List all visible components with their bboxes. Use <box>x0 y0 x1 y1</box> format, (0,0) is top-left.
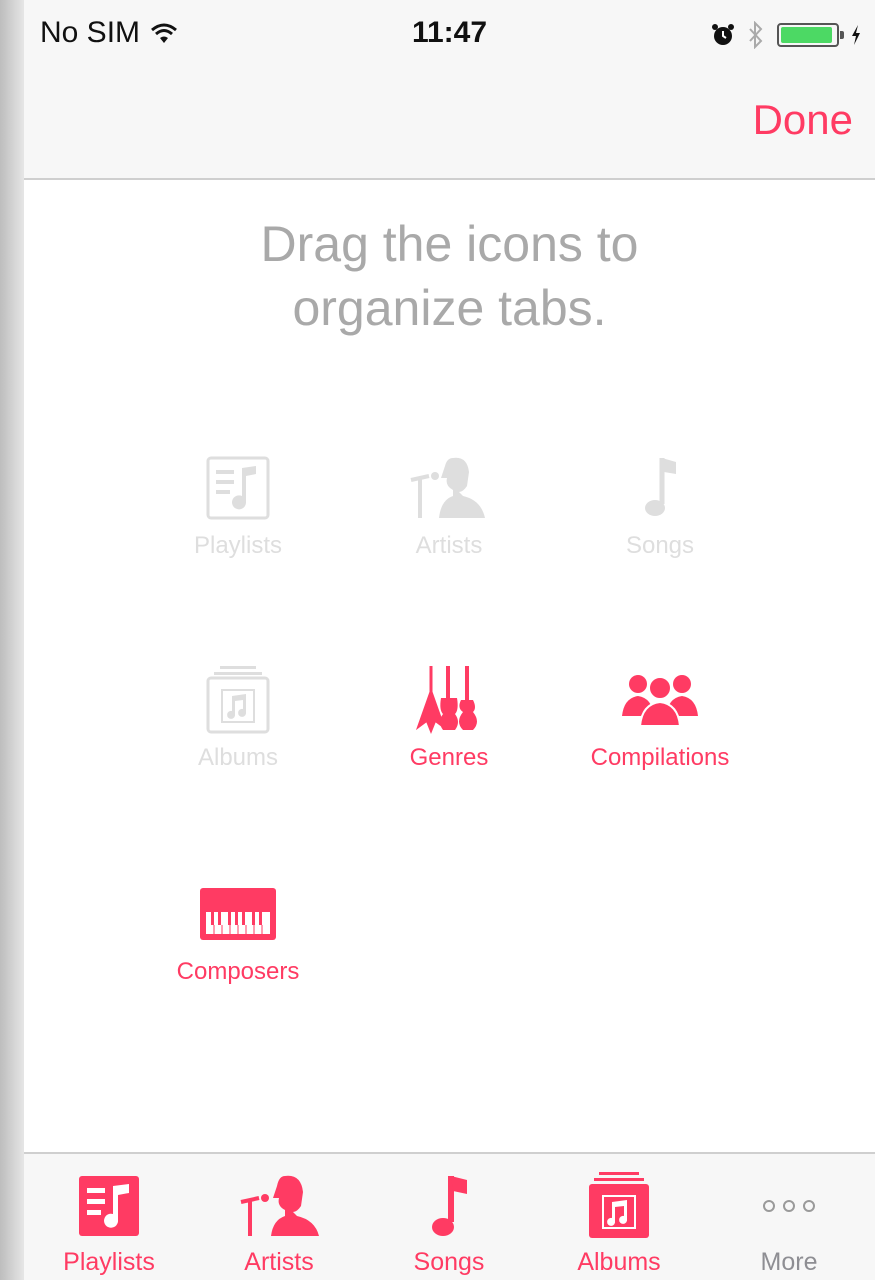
done-button[interactable]: Done <box>753 96 853 144</box>
battery-nub <box>840 31 844 39</box>
tab-label-playlists: Playlists <box>63 1248 155 1276</box>
instruction-line-2: organize tabs. <box>292 280 607 336</box>
grid-label-genres: Genres <box>409 744 489 771</box>
tab-albums[interactable]: Albums <box>534 1154 704 1280</box>
grid-label-playlists: Playlists <box>193 532 283 559</box>
grid-item-albums[interactable]: Albums <box>128 664 348 772</box>
tab-artists[interactable]: Artists <box>194 1154 364 1280</box>
playlists-icon <box>206 456 270 520</box>
tab-label-more: More <box>760 1248 818 1276</box>
more-icon <box>763 1200 815 1212</box>
artists-icon <box>240 1175 319 1236</box>
grid-label-artists: Artists <box>415 532 483 559</box>
compilations-icon <box>622 675 698 727</box>
composers-icon <box>200 888 276 940</box>
tab-more[interactable]: More <box>704 1154 874 1280</box>
status-icons <box>711 20 861 50</box>
battery-level <box>781 27 833 43</box>
albums-icon <box>589 1172 649 1238</box>
navigation-bar: No SIM 11:47 Done <box>24 0 875 180</box>
alarm-icon <box>712 24 734 45</box>
grid-item-compilations[interactable]: Compilations <box>550 664 770 772</box>
songs-icon <box>645 458 676 516</box>
bluetooth-icon <box>749 21 763 49</box>
battery-icon <box>777 23 844 47</box>
genres-icon <box>415 666 477 735</box>
playlists-icon <box>79 1176 139 1236</box>
tab-label-songs: Songs <box>413 1248 485 1276</box>
tab-songs[interactable]: Songs <box>364 1154 534 1280</box>
status-bar: No SIM 11:47 <box>24 0 875 70</box>
instruction-text: Drag the icons to organize tabs. <box>24 212 875 340</box>
instruction-line-1: Drag the icons to <box>260 216 639 272</box>
grid-item-playlists[interactable]: Playlists <box>128 452 348 560</box>
artists-icon <box>410 457 485 518</box>
grid-label-compilations: Compilations <box>590 744 730 771</box>
songs-icon <box>432 1176 467 1236</box>
device-bezel <box>0 0 24 1280</box>
grid-item-songs[interactable]: Songs <box>550 452 770 560</box>
charging-icon <box>852 25 860 45</box>
grid-item-artists[interactable]: Artists <box>339 452 559 560</box>
grid-item-genres[interactable]: Genres <box>339 664 559 772</box>
screen: No SIM 11:47 Done Drag the icons to orga… <box>24 0 875 1280</box>
grid-label-albums: Albums <box>197 744 279 771</box>
tab-bar: Playlists Artists Songs Albums More <box>24 1152 875 1280</box>
albums-icon <box>206 666 270 734</box>
grid-label-songs: Songs <box>625 532 695 559</box>
grid-label-composers: Composers <box>176 958 300 985</box>
grid-item-composers[interactable]: Composers <box>128 878 348 986</box>
tab-label-albums: Albums <box>577 1248 661 1276</box>
tab-playlists[interactable]: Playlists <box>24 1154 194 1280</box>
tab-label-artists: Artists <box>244 1248 314 1276</box>
